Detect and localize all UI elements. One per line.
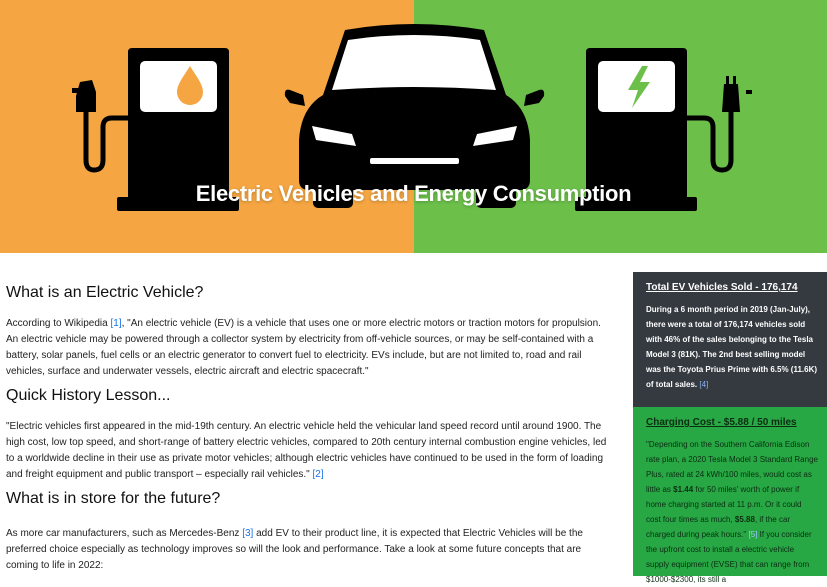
section-heading-history: Quick History Lesson... xyxy=(6,387,171,404)
reference-link-3[interactable]: [3] xyxy=(242,528,253,539)
ev-sold-title: Total EV Vehicles Sold - 176,174 xyxy=(646,282,798,293)
hero-illustration xyxy=(72,24,752,211)
section-text-history: "Electric vehicles first appeared in the… xyxy=(6,419,614,483)
section-heading-what: What is an Electric Vehicle? xyxy=(6,284,204,301)
text-segment: As more car manufacturers, such as Merce… xyxy=(6,528,243,539)
charging-cost-text: "Depending on the Southern California Ed… xyxy=(646,437,818,587)
section-text-what: According to Wikipedia [1], "An electric… xyxy=(6,316,614,380)
reference-link-4[interactable]: [4] xyxy=(699,380,708,389)
section-text-future: As more car manufacturers, such as Merce… xyxy=(6,526,614,574)
text-segment: "Electric vehicles first appeared in the… xyxy=(6,421,607,480)
text-segment: During a 6 month period in 2019 (Jan-Jul… xyxy=(646,305,818,389)
charging-cost-title: Charging Cost - $5.88 / 50 miles xyxy=(646,417,797,428)
reference-link-1[interactable]: [1] xyxy=(111,318,122,329)
text-segment: According to Wikipedia xyxy=(6,318,111,329)
sidebar: Total EV Vehicles Sold - 176,174 During … xyxy=(633,272,827,584)
hero-banner: Electric Vehicles and Energy Consumption xyxy=(0,0,827,253)
section-heading-future: What is in store for the future? xyxy=(6,490,221,507)
page-title: Electric Vehicles and Energy Consumption xyxy=(195,181,632,206)
ev-sold-text: During a 6 month period in 2019 (Jan-Jul… xyxy=(646,302,818,392)
reference-link-2[interactable]: [2] xyxy=(313,469,324,480)
cost-high: $5.88 xyxy=(734,515,755,524)
charging-cost-card: Charging Cost - $5.88 / 50 miles "Depend… xyxy=(633,407,827,584)
cost-low: $1.44 xyxy=(673,485,694,494)
ev-sold-card: Total EV Vehicles Sold - 176,174 During … xyxy=(633,272,827,407)
